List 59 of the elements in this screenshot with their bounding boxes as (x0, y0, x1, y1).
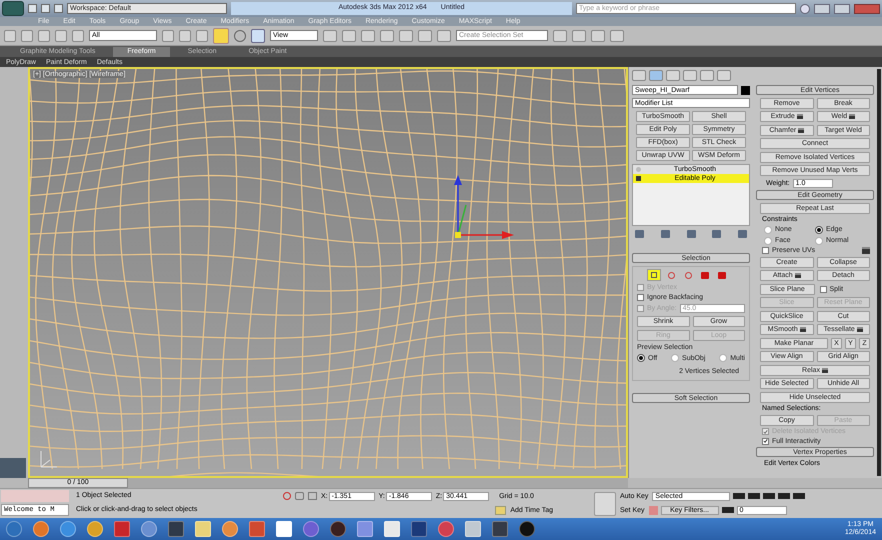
app-icon[interactable] (330, 521, 346, 537)
settings-icon (800, 327, 806, 332)
checkbox[interactable] (762, 438, 769, 444)
subobject-level-button[interactable] (698, 269, 712, 281)
toolbar-tool-icon[interactable] (323, 30, 337, 42)
toolbar-tool-icon[interactable] (4, 30, 16, 42)
settings-icon (849, 114, 856, 119)
axis-tripod-icon (38, 448, 60, 470)
toolbar-tool-icon[interactable] (179, 30, 191, 42)
radio-button[interactable] (719, 354, 728, 362)
settings-icon (798, 128, 804, 132)
settings-icon (822, 368, 828, 372)
toolbar-tool-icon[interactable] (162, 30, 174, 42)
app-icon[interactable] (492, 521, 508, 537)
radio-button[interactable] (637, 354, 645, 362)
maximize-button[interactable] (834, 4, 850, 14)
app-icon[interactable] (249, 521, 265, 537)
polygon-icon (701, 272, 709, 278)
settings-icon[interactable] (862, 247, 870, 254)
minimize-button[interactable] (814, 4, 830, 14)
toolbar-tool-icon[interactable] (72, 30, 84, 42)
border-icon (684, 272, 692, 278)
toolbar-tool-icon[interactable] (553, 30, 567, 42)
settings-icon (794, 273, 801, 278)
checkbox[interactable] (762, 247, 769, 254)
app-icon[interactable] (303, 521, 319, 537)
subobject-level-button[interactable] (647, 269, 661, 281)
toolbar-tool-icon[interactable] (196, 30, 208, 42)
toolbar-tool-icon[interactable] (610, 30, 624, 42)
object-color-swatch[interactable] (741, 86, 750, 94)
radio-button[interactable] (764, 226, 772, 234)
edge-icon (668, 272, 674, 278)
toolbar-tool-icon[interactable] (572, 30, 586, 42)
toolbar-tool-icon[interactable] (591, 30, 605, 42)
toolbar-tool-icon[interactable] (38, 30, 50, 42)
radio-button[interactable] (815, 226, 823, 234)
settings-icon (796, 114, 803, 119)
toolbar-tool-icon[interactable] (399, 30, 413, 42)
checkbox[interactable] (637, 294, 644, 301)
toolbar-tool-icon[interactable] (418, 30, 432, 42)
toolbar-tool-icon[interactable] (55, 30, 67, 42)
close-button[interactable] (854, 4, 880, 14)
element-icon (718, 272, 726, 278)
toolbar-tool-icon[interactable] (342, 30, 356, 42)
toolbar-tool-icon[interactable] (361, 30, 375, 42)
app-icon[interactable] (438, 521, 454, 537)
radio-button[interactable] (764, 236, 772, 244)
vertex-icon (651, 272, 657, 278)
checkbox[interactable] (820, 286, 826, 292)
toolbar-tool-icon[interactable] (437, 30, 451, 42)
maxscript-listener-field[interactable] (1, 490, 69, 502)
toolbar-tool-icon[interactable] (380, 30, 394, 42)
radio-button[interactable] (815, 236, 823, 244)
scrollbar[interactable] (877, 69, 881, 476)
radio-button[interactable] (671, 354, 680, 362)
settings-icon (856, 327, 863, 332)
transform-gizmo-icon[interactable] (454, 175, 514, 239)
subobject-level-button[interactable] (715, 269, 729, 281)
toolbar-tool-icon[interactable] (21, 30, 33, 42)
